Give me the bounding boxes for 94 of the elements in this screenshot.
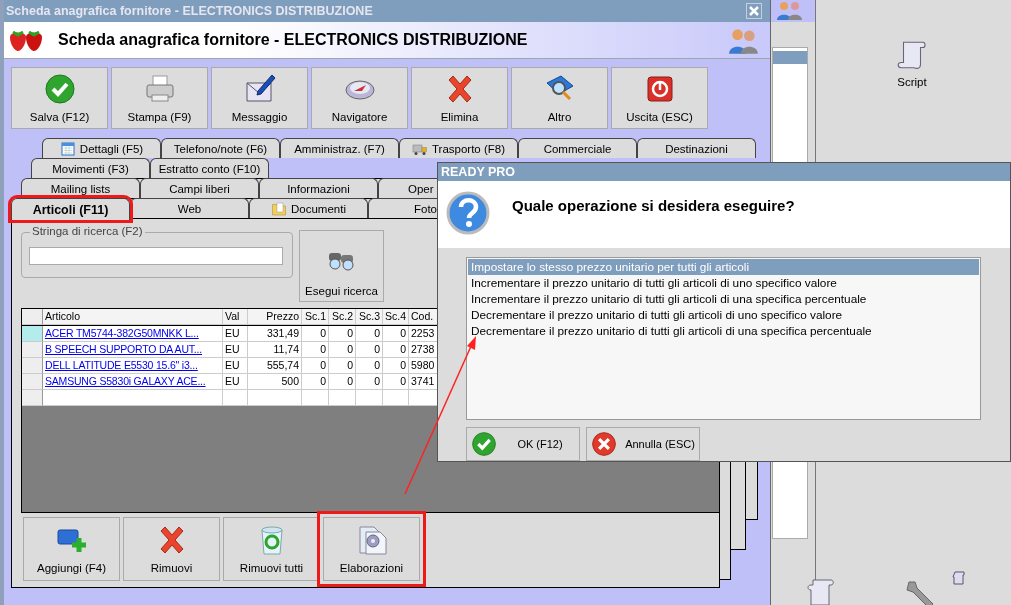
- column-header[interactable]: Val: [223, 309, 248, 325]
- column-header[interactable]: Sc.2: [329, 309, 356, 325]
- table-cell: 0: [400, 359, 406, 371]
- tab[interactable]: Mailing lists: [21, 178, 140, 198]
- article-link[interactable]: ACER TM5744-382G50MNKK L...: [45, 327, 199, 339]
- table-cell: 0: [400, 375, 406, 387]
- list-option[interactable]: Incrementare il prezzo unitario di tutti gli articoli di una specifica percentuale: [468, 291, 979, 307]
- scroll-icon[interactable]: [805, 578, 837, 605]
- people-icon: [775, 0, 805, 20]
- tab[interactable]: Amministraz. (F7): [280, 138, 399, 158]
- tab[interactable]: Commerciale: [518, 138, 637, 158]
- list-option[interactable]: Incrementare il prezzo unitario di tutti gli articoli di uno specifico valore: [468, 275, 979, 291]
- table-cell: 0: [320, 343, 326, 355]
- table-cell: 500: [281, 375, 299, 387]
- tab[interactable]: Telefono/note (F6): [161, 138, 280, 158]
- tab[interactable]: Informazioni: [259, 178, 378, 198]
- table-cell: 555,74: [266, 359, 299, 371]
- table-cell: 2738: [411, 343, 435, 355]
- dialog-question: Quale operazione si desidera eseguire?: [512, 196, 795, 214]
- table-cell: 0: [320, 375, 326, 387]
- article-link[interactable]: SAMSUNG S5830i GALAXY ACE...: [45, 375, 206, 387]
- table-cell: 331,49: [266, 327, 299, 339]
- printer-icon: [143, 73, 176, 105]
- table-cell: EU: [225, 327, 240, 339]
- action-button[interactable]: Rimuovi: [123, 517, 220, 581]
- table-cell: 0: [347, 327, 353, 339]
- column-header[interactable]: Prezzo: [248, 309, 302, 325]
- row-selector[interactable]: [22, 374, 43, 390]
- tab[interactable]: Estratto conto (F10): [150, 158, 269, 178]
- people-icon: [728, 26, 760, 54]
- action-button[interactable]: Rimuovi tutti: [223, 517, 320, 581]
- window-heading: Scheda anagrafica fornitore - ELECTRONICS DISTRIBUZIONE: [58, 31, 529, 49]
- toolbar-button[interactable]: Stampa (F9): [111, 67, 208, 129]
- scroll-icon[interactable]: [952, 571, 966, 587]
- table-cell: EU: [225, 343, 240, 355]
- column-header[interactable]: Sc.1: [302, 309, 329, 325]
- action-button[interactable]: Aggiungi (F4): [23, 517, 120, 581]
- article-link[interactable]: B SPEECH SUPPORTO DA AUT...: [45, 343, 202, 355]
- table-cell: 3741: [411, 375, 435, 387]
- table-cell: 0: [347, 359, 353, 371]
- table-cell: EU: [225, 359, 240, 371]
- toolbar-button[interactable]: Messaggio: [211, 67, 308, 129]
- group-label: Stringa di ricerca (F2): [30, 225, 145, 237]
- toolbar-button[interactable]: Uscita (ESC): [611, 67, 708, 129]
- tab[interactable]: Web: [130, 198, 249, 218]
- tab[interactable]: Trasporto (F8): [399, 138, 518, 158]
- check-icon: [43, 73, 76, 105]
- tab[interactable]: Campi liberi: [140, 178, 259, 198]
- search-field[interactable]: [29, 247, 283, 265]
- table-cell: 0: [320, 327, 326, 339]
- question-icon: [446, 190, 490, 235]
- row-selector[interactable]: [22, 358, 43, 374]
- column-header[interactable]: Sc.3: [356, 309, 383, 325]
- window-title: Scheda anagrafica fornitore - ELECTRONICS DISTRIBUZIONE: [6, 4, 373, 18]
- table-cell: 0: [400, 327, 406, 339]
- desktop-icon-label[interactable]: Script: [897, 76, 927, 88]
- table-cell: 0: [347, 343, 353, 355]
- table-cell: EU: [225, 375, 240, 387]
- table-cell: 5980: [411, 359, 435, 371]
- table-cell: 0: [320, 359, 326, 371]
- tab[interactable]: Destinazioni: [637, 138, 756, 158]
- calendar-icon: [59, 140, 76, 157]
- tab[interactable]: Movimenti (F3): [31, 158, 150, 178]
- row-selector[interactable]: [22, 326, 43, 342]
- table-cell: 0: [374, 375, 380, 387]
- table-cell: 0: [400, 343, 406, 355]
- check-icon: [471, 431, 497, 457]
- table-cell: 11,74: [273, 343, 299, 355]
- list-option[interactable]: Decrementare il prezzo unitario di tutti gli articoli di una specifica percentuale: [468, 323, 979, 339]
- dialog-button[interactable]: OK (F12): [466, 427, 580, 461]
- column-header[interactable]: Articolo: [43, 309, 223, 325]
- tab[interactable]: Dettagli (F5): [42, 138, 161, 158]
- table-cell: 0: [374, 359, 380, 371]
- toolbar-button[interactable]: Navigatore: [311, 67, 408, 129]
- toolbar-button[interactable]: Salva (F12): [11, 67, 108, 129]
- dialog-button[interactable]: Annulla (ESC): [586, 427, 700, 461]
- tab[interactable]: Articoli (F11): [11, 198, 130, 220]
- table-cell: 2253: [411, 327, 435, 339]
- tab[interactable]: Documenti: [249, 198, 368, 218]
- envelope-pen-icon: [243, 73, 276, 105]
- list-option[interactable]: Decrementare il prezzo unitario di tutti gli articoli di uno specifico valore: [468, 307, 979, 323]
- table-cell: 0: [374, 343, 380, 355]
- table-cell: 0: [347, 375, 353, 387]
- dialog-title: READY PRO: [441, 164, 516, 179]
- search-button[interactable]: Esegui ricerca: [299, 230, 384, 302]
- toolbar-button[interactable]: Elimina: [411, 67, 508, 129]
- row-selector[interactable]: [22, 342, 43, 358]
- article-link[interactable]: DELL LATITUDE E5530 15.6" i3...: [45, 359, 198, 371]
- folder-icon: [271, 200, 287, 217]
- table-cell: 0: [374, 327, 380, 339]
- cancel-icon: [591, 431, 617, 457]
- toolbar-button[interactable]: Altro: [511, 67, 608, 129]
- close-icon[interactable]: [746, 3, 762, 19]
- column-header[interactable]: Sc.4: [383, 309, 409, 325]
